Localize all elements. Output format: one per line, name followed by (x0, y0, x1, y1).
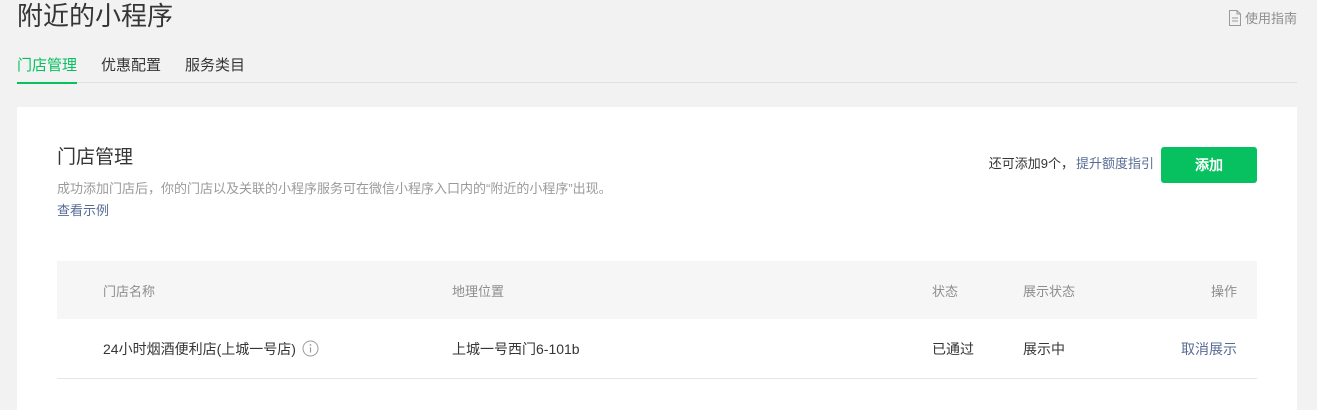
store-management-card: 门店管理 成功添加门店后，你的门店以及关联的小程序服务可在微信小程序入口内的“附… (17, 107, 1297, 410)
table-header: 门店名称 地理位置 状态 展示状态 操作 (57, 261, 1257, 319)
tab-bar: 门店管理 优惠配置 服务类目 (17, 50, 1297, 84)
page-title: 附近的小程序 (17, 1, 174, 31)
section-description: 成功添加门店后，你的门店以及关联的小程序服务可在微信小程序入口内的“附近的小程序… (57, 181, 612, 196)
quota-text: 还可添加9个， (988, 156, 1074, 171)
quota-info: 还可添加9个， 提升额度指引 (989, 155, 1154, 173)
section-title: 门店管理 (57, 147, 134, 168)
tab-discount-config[interactable]: 优惠配置 (101, 50, 161, 83)
info-icon[interactable] (302, 340, 319, 357)
store-status: 已通过 (932, 340, 974, 357)
table-row: 24小时烟酒便利店(上城一号店) 上城一号西门6-101b 已通过 展示中 取消… (57, 319, 1257, 379)
store-name-cell: 24小时烟酒便利店(上城一号店) (103, 319, 319, 378)
upgrade-quota-link[interactable]: 提升额度指引 (1076, 155, 1154, 173)
tab-store-management[interactable]: 门店管理 (17, 50, 78, 84)
header-status: 状态 (932, 283, 959, 299)
header-location: 地理位置 (452, 283, 505, 299)
store-location: 上城一号西门6-101b (452, 340, 580, 357)
store-name: 24小时烟酒便利店(上城一号店) (103, 340, 296, 357)
cancel-display-link[interactable]: 取消展示 (1181, 319, 1237, 378)
header-store-name: 门店名称 (103, 283, 156, 299)
store-table: 门店名称 地理位置 状态 展示状态 操作 24小时烟酒便利店(上城一号店) 上城… (57, 261, 1257, 379)
store-display-status: 展示中 (1023, 340, 1065, 357)
document-icon (1228, 9, 1242, 26)
usage-guide-label: 使用指南 (1244, 11, 1297, 26)
usage-guide-link[interactable]: 使用指南 (1228, 8, 1297, 27)
header-display-status: 展示状态 (1023, 283, 1076, 299)
add-store-button[interactable]: 添加 (1161, 147, 1257, 183)
view-example-link[interactable]: 查看示例 (57, 202, 109, 220)
header-action: 操作 (1210, 283, 1237, 299)
tab-service-category[interactable]: 服务类目 (185, 50, 245, 83)
